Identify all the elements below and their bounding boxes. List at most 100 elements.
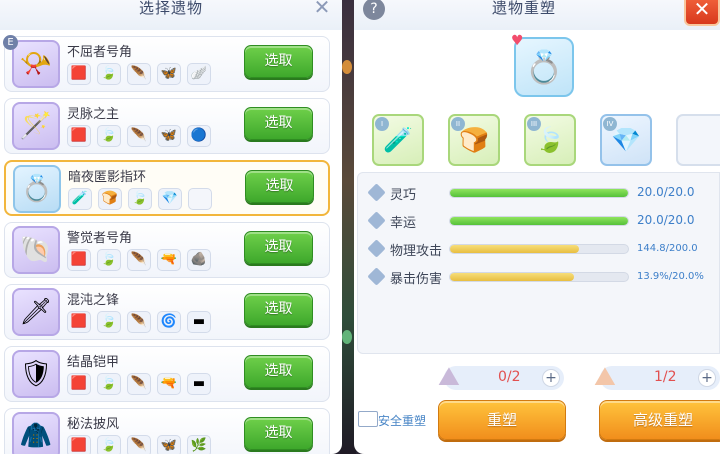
panel-header: ? 遗物重塑 ✕ (354, 0, 720, 30)
dust-pile-icon: ⛰ (594, 362, 616, 392)
material-glyph: 💎 (611, 126, 641, 154)
select-button[interactable]: 选取 (244, 45, 313, 78)
material-slot-icon: 🔫 (157, 373, 181, 395)
material-slot-icon: 🔫 (157, 249, 181, 271)
tier-badge: II (451, 117, 465, 131)
material-slot-row: 🟥 🍃 🪶 🦋 🔵 (67, 125, 211, 147)
stat-label: 物理攻击 (390, 244, 443, 259)
e-badge: E (3, 35, 18, 50)
panel-header: 选择遗物 ✕ (0, 0, 342, 30)
horn-blue-icon: 🐚 (12, 226, 60, 274)
select-button[interactable]: 选取 (244, 355, 313, 388)
relic-card[interactable]: 💍 暗夜匿影指环 🧪 🍞 🍃 💎 选取 (4, 160, 330, 216)
select-button[interactable]: 选取 (244, 107, 313, 140)
staff-icon: 🪄 (12, 102, 60, 150)
relic-reforge-panel: ? 遗物重塑 ✕ ♥ 💍 🧪 I 🍞 II 🍃 III 💎 IV 灵巧 20.0/20.0 幸运 2… (354, 0, 720, 454)
lantern-glow (342, 60, 352, 74)
close-icon[interactable]: ✕ (311, 0, 333, 18)
material-slot-icon: 🍃 (97, 249, 121, 271)
material-slot-icon: 🍃 (97, 435, 121, 454)
relic-card[interactable]: 📯 不屈者号角 🟥 🍃 🪶 🦋 🪽 选取 (4, 36, 330, 92)
stat-row: 暴击伤害 13.9%/20.0% (358, 267, 720, 287)
material-slot-icon: 🌀 (157, 311, 181, 333)
stat-diamond-icon (367, 183, 386, 202)
material-slot-icon: 🟥 (67, 249, 91, 271)
material-slot-icon: 🟥 (67, 125, 91, 147)
relic-card[interactable]: 🗡 混沌之锋 🟥 🍃 🪶 🌀 ▬ 选取 (4, 284, 330, 340)
add-material-button[interactable]: + (542, 369, 560, 387)
relic-card[interactable]: 🛡 结晶铠甲 🟥 🍃 🪶 🔫 ▬ 选取 (4, 346, 330, 402)
material-glyph: 🧪 (383, 126, 413, 154)
material-slot-row: 🟥 🍃 🪶 🌀 ▬ (67, 311, 211, 333)
horn-icon: 📯 (12, 40, 60, 88)
safe-reforge-checkbox[interactable] (358, 411, 378, 427)
cost-item-1: ⛰ 0/2 + (438, 362, 564, 392)
material-slot-icon: ▬ (187, 311, 211, 333)
material-slot-icon: 🦋 (157, 125, 181, 147)
stat-progress-bar (449, 244, 629, 254)
cost-count: 0/2 (498, 369, 521, 385)
safe-reforge-label: 安全重塑 (378, 414, 427, 428)
dust-pile-icon: ⛰ (438, 362, 460, 392)
relic-name: 混沌之锋 (67, 293, 120, 308)
stat-label: 灵巧 (390, 188, 417, 203)
potion-icon[interactable]: 🧪 I (372, 114, 424, 166)
slime-glow (342, 330, 352, 344)
relic-list[interactable]: 📯 不屈者号角 🟥 🍃 🪶 🦋 🪽 选取 🪄 灵脉之主 🟥 🍃 🪶 🦋 🔵 选取 💍 暗夜匿影指环 🧪 🍞 🍃 💎 选取 🐚 警… (0, 32, 342, 454)
empty-material-slot[interactable] (676, 114, 720, 166)
tier-badge: IV (603, 117, 617, 131)
material-slot-icon: 🍞 (98, 188, 122, 210)
relic-name: 不屈者号角 (67, 45, 133, 60)
stat-progress-fill (450, 273, 574, 281)
material-slot-icon: 🟥 (67, 373, 91, 395)
select-button[interactable]: 选取 (244, 231, 313, 264)
select-button[interactable]: 选取 (244, 293, 313, 326)
panel-title: 选择遗物 (138, 0, 203, 17)
material-slot-row: 🟥 🍃 🪶 🦋 🪽 (67, 63, 211, 85)
crystal-icon[interactable]: 💎 IV (600, 114, 652, 166)
leaf-icon[interactable]: 🍃 III (524, 114, 576, 166)
stat-value: 144.8/200.0 (637, 243, 698, 254)
material-slot-icon: 🪶 (127, 373, 151, 395)
panel-title: 遗物重塑 (491, 0, 556, 17)
cost-item-2: ⛰ 1/2 + (594, 362, 720, 392)
select-button[interactable]: 选取 (244, 417, 313, 450)
stat-diamond-icon (367, 239, 386, 258)
material-slot-icon: 🪽 (187, 63, 211, 85)
relic-name: 警觉者号角 (67, 231, 133, 246)
reforge-button[interactable]: 重塑 (438, 400, 566, 440)
material-slot-icon: 🟥 (67, 435, 91, 454)
material-slot-icon: 🪨 (187, 249, 211, 271)
relic-name: 灵脉之主 (67, 107, 120, 122)
relic-card[interactable]: 🪄 灵脉之主 🟥 🍃 🪶 🦋 🔵 选取 (4, 98, 330, 154)
cost-count: 1/2 (654, 369, 677, 385)
material-slot-icon: 🔵 (187, 125, 211, 147)
material-slots: 🧪 I 🍞 II 🍃 III 💎 IV (372, 114, 720, 166)
add-material-button[interactable]: + (698, 369, 716, 387)
relic-card[interactable]: 🐚 警觉者号角 🟥 🍃 🪶 🔫 🪨 选取 (4, 222, 330, 278)
stat-row: 幸运 20.0/20.0 (358, 211, 720, 231)
armor-icon: 🛡 (12, 350, 60, 398)
cloak-icon: 🧥 (12, 412, 60, 454)
empty-slot (188, 188, 212, 210)
bread-icon[interactable]: 🍞 II (448, 114, 500, 166)
material-slot-icon: 🍃 (97, 63, 121, 85)
material-glyph: 🍞 (459, 126, 489, 154)
advanced-reforge-button[interactable]: 高级重塑 (599, 400, 720, 440)
stat-progress-fill (450, 245, 579, 253)
stat-value: 20.0/20.0 (637, 213, 695, 227)
favorite-heart-icon[interactable]: ♥ (511, 33, 524, 49)
material-slot-icon: 🪶 (127, 125, 151, 147)
select-button[interactable]: 选取 (245, 170, 314, 203)
stat-diamond-icon (367, 211, 386, 230)
material-slot-icon: 🧪 (68, 188, 92, 210)
close-button[interactable]: ✕ (684, 0, 720, 26)
material-slot-icon: 🪶 (127, 249, 151, 271)
stat-value: 13.9%/20.0% (637, 271, 704, 282)
relic-card[interactable]: 🧥 秘法披风 🟥 🍃 🪶 🦋 🌿 选取 (4, 408, 330, 454)
material-slot-icon: 🟥 (67, 63, 91, 85)
blade-icon: 🗡 (12, 288, 60, 336)
material-slot-icon: 🍃 (97, 311, 121, 333)
material-slot-icon: ▬ (187, 373, 211, 395)
stat-row: 灵巧 20.0/20.0 (358, 183, 720, 203)
